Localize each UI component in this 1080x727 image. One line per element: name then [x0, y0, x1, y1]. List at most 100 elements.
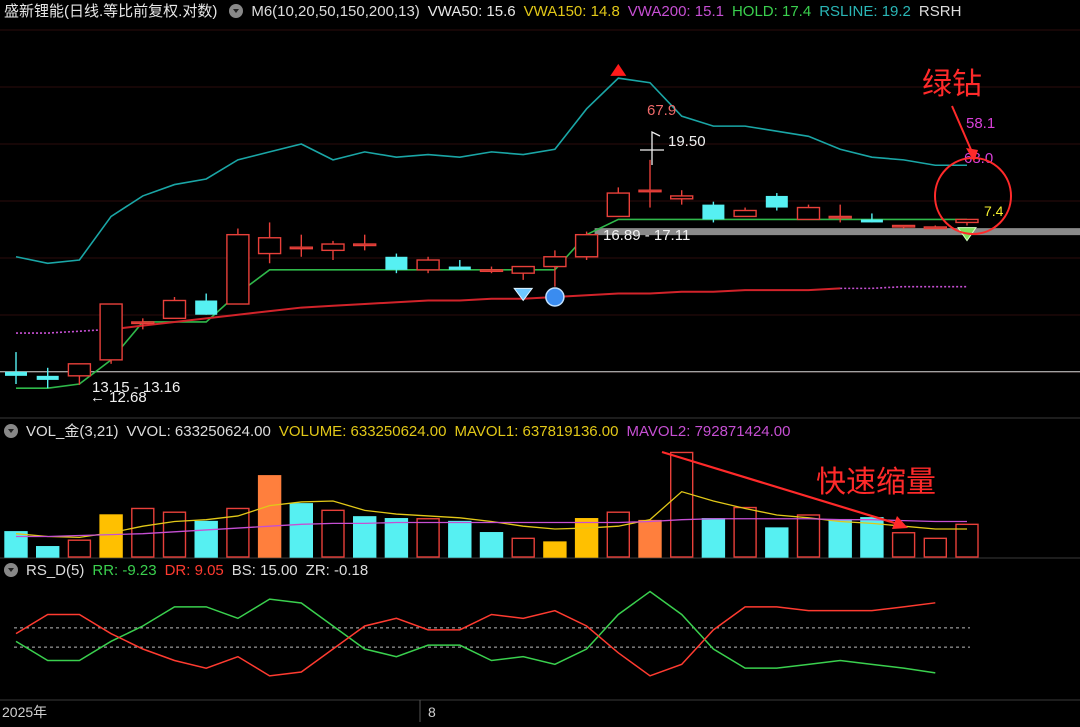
- rsrh-value: RSRH: [918, 3, 962, 20]
- candle-body: [36, 375, 59, 380]
- candle-body: [891, 224, 916, 228]
- volume-bar: [606, 511, 630, 558]
- candle-body: [448, 266, 471, 270]
- candle-body: [385, 256, 408, 270]
- bs-value: BS: 15.00: [231, 562, 298, 579]
- candle-body: [289, 246, 313, 250]
- candle-body: [131, 321, 155, 325]
- x-axis-year-label: 2025年: [2, 704, 47, 720]
- chart-stage: 19.50 13.15 - 13.16 ← 12.68 16.89 - 17.11 67…: [0, 0, 1080, 722]
- candle-body: [257, 237, 282, 255]
- volume-bar: [4, 531, 28, 558]
- vvol-value: VVOL: 633250624.00: [126, 423, 271, 440]
- candle-body: [923, 226, 947, 230]
- candle-body: [638, 189, 662, 193]
- value-67-9-label: 67.9: [647, 102, 676, 119]
- candle-body: [195, 300, 218, 315]
- candle-body: [733, 209, 757, 218]
- zr-value: ZR: -0.18: [305, 562, 369, 579]
- candle-body: [99, 303, 123, 361]
- volume-shrink-annotation: 快速缩量: [816, 466, 936, 499]
- dr-value: DR: 9.05: [164, 562, 224, 579]
- vwa150-value: VWA150: 14.8: [523, 3, 620, 20]
- blue-circle-marker: [545, 287, 565, 307]
- ma-label: M6(10,20,50,150,200,13): [251, 3, 420, 20]
- volume-bar: [543, 541, 567, 558]
- mavol2-value: MAVOL2: 792871424.00: [626, 423, 791, 440]
- eye-icon[interactable]: [229, 4, 244, 18]
- candle-body: [543, 256, 567, 268]
- volume-bar: [574, 518, 599, 558]
- hold-series: [16, 218, 967, 389]
- candle-body: [574, 233, 599, 258]
- candle-body: [226, 233, 250, 305]
- volume-bar: [448, 520, 472, 558]
- eye-icon[interactable]: [4, 424, 18, 438]
- volume-bar: [416, 518, 440, 558]
- vwa50-value: VWA50: 15.6: [427, 3, 516, 20]
- candle-body: [416, 259, 440, 271]
- green-diamond-annotation: 绿钻: [922, 68, 982, 101]
- candle-body: [321, 243, 345, 252]
- candle-body: [511, 265, 535, 274]
- candle-body: [353, 243, 377, 247]
- volume-bar: [891, 532, 916, 558]
- volume-bar: [828, 518, 852, 558]
- candle-body: [606, 192, 630, 218]
- value-58-1-label: 58.1: [966, 115, 995, 132]
- volume-bar: [511, 537, 535, 558]
- candle-body: [479, 269, 504, 273]
- volume-bar: [162, 511, 187, 558]
- rr-value: RR: -9.23: [92, 562, 157, 579]
- volume-bar: [701, 518, 726, 558]
- volume-bar: [733, 506, 757, 558]
- low-price-label: ← 12.68: [90, 389, 147, 406]
- candle-body: [702, 204, 725, 220]
- stock-title: 盛新锂能(日线.等比前复权.对数): [4, 3, 218, 20]
- mavol1-value: MAVOL1: 637819136.00: [454, 423, 619, 440]
- x-axis-month-label: 8: [428, 704, 436, 720]
- volume-bar: [638, 519, 662, 558]
- volume-bar: [479, 532, 504, 558]
- high-price-label: 19.50: [668, 133, 706, 150]
- vwa200-series: [16, 328, 112, 334]
- candle-body: [670, 195, 694, 200]
- candle-body: [5, 371, 27, 376]
- rs-panel-header: RS_D(5) RR: -9.23 DR: 9.05 BS: 15.00 ZR: -0.…: [0, 560, 1080, 582]
- rsline-value: RSLINE: 19.2: [819, 3, 911, 20]
- candle-body: [955, 218, 979, 224]
- volume-bar: [36, 546, 60, 558]
- volume-value: VOLUME: 633250624.00: [278, 423, 447, 440]
- volume-bar: [670, 451, 694, 558]
- candle-body: [796, 206, 821, 221]
- chart-canvas: 19.5013.15 - 13.16← 12.6816.89 - 17.1167…: [0, 29, 1080, 722]
- main-panel-header: 盛新锂能(日线.等比前复权.对数) M6(10,20,50,150,200,13)…: [0, 1, 1080, 23]
- candle-body: [162, 299, 187, 320]
- candle-body: [860, 219, 883, 223]
- volume-bar: [384, 518, 409, 558]
- hold-value: HOLD: 17.4: [731, 3, 812, 20]
- volume-bar: [194, 520, 218, 558]
- rs-name: RS_D(5): [26, 562, 85, 579]
- volume-bar: [289, 503, 313, 558]
- eye-icon[interactable]: [4, 563, 18, 577]
- candle-body: [765, 195, 788, 208]
- volume-bar: [923, 537, 947, 558]
- value-7-4-label: 7.4: [984, 203, 1004, 219]
- vwa200-series: [840, 285, 967, 290]
- range2-label: 16.89 - 17.11: [603, 227, 690, 244]
- high-arrow: [640, 130, 664, 165]
- candle-body: [67, 363, 92, 377]
- rr-series: [15, 590, 936, 674]
- volume-bar: [67, 539, 92, 558]
- volume-bar: [257, 475, 282, 558]
- volume-bar: [321, 509, 345, 558]
- candle-body: [828, 215, 852, 219]
- sell-triangle-marker: [610, 63, 627, 76]
- vwa200-value: VWA200: 15.1: [627, 3, 724, 20]
- volume-bar: [796, 514, 821, 558]
- rsline-series: [15, 77, 967, 265]
- vol-name: VOL_金(3,21): [26, 423, 119, 440]
- volume-bar: [99, 514, 123, 558]
- vol-panel-header: VOL_金(3,21) VVOL: 633250624.00 VOLUME: 633…: [0, 421, 1080, 443]
